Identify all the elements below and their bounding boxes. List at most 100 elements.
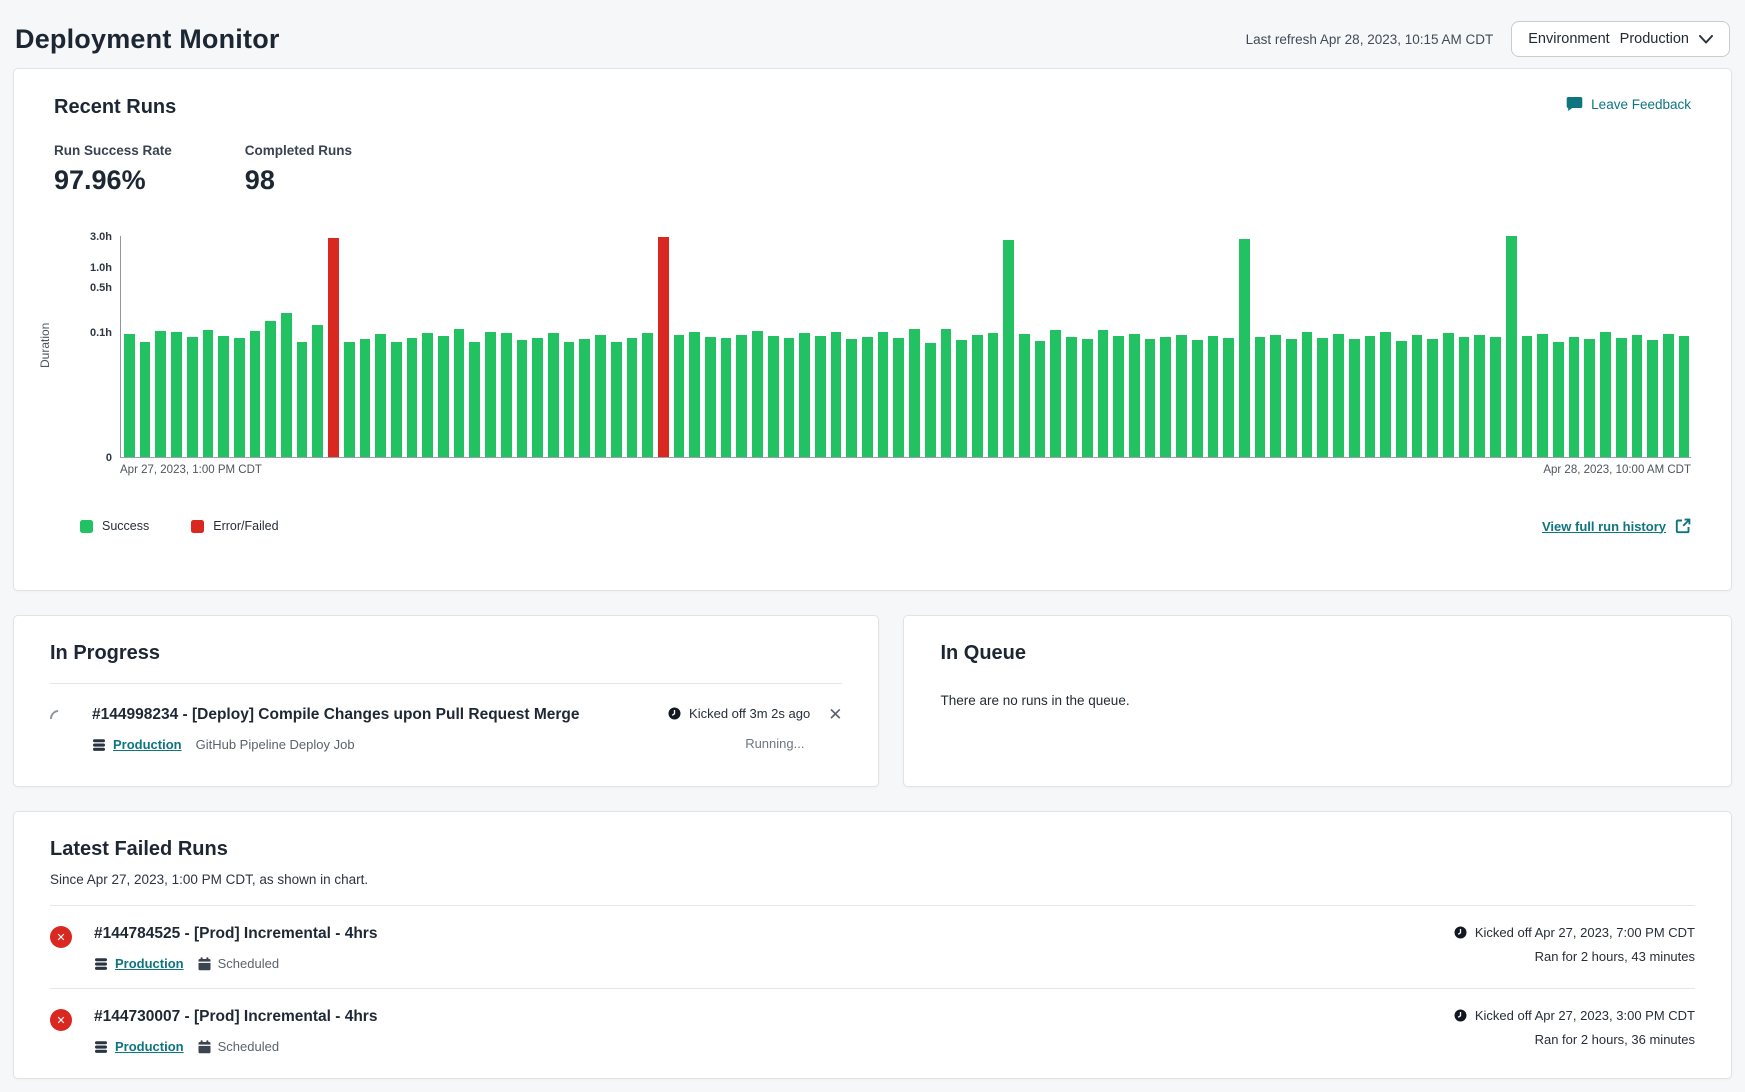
chart-bar-success[interactable]: [1286, 339, 1297, 457]
chart-bar-success[interactable]: [1003, 240, 1014, 457]
chart-bar-success[interactable]: [203, 330, 214, 458]
chart-bar-success[interactable]: [956, 340, 967, 457]
chart-bar-success[interactable]: [909, 329, 920, 457]
chart-bar-success[interactable]: [548, 333, 559, 457]
chart-bar-success[interactable]: [1255, 337, 1266, 457]
chart-bar-error[interactable]: [328, 238, 339, 457]
chart-bar-success[interactable]: [1129, 334, 1140, 457]
chart-bar-success[interactable]: [1066, 337, 1077, 457]
chart-bar-success[interactable]: [469, 342, 480, 457]
chart-bar-success[interactable]: [1647, 340, 1658, 457]
chart-bar-success[interactable]: [1333, 334, 1344, 457]
chart-bar-success[interactable]: [862, 337, 873, 457]
chart-bar-success[interactable]: [893, 338, 904, 457]
chart-bar-success[interactable]: [1663, 334, 1674, 457]
chart-bar-success[interactable]: [579, 339, 590, 457]
in-progress-environment-link[interactable]: Production: [113, 737, 182, 752]
chart-bar-success[interactable]: [878, 332, 889, 457]
chart-bar-success[interactable]: [831, 332, 842, 457]
chart-bar-success[interactable]: [360, 339, 371, 457]
chart-bar-success[interactable]: [1365, 336, 1376, 457]
chart-bar-success[interactable]: [988, 333, 999, 457]
chart-bar-success[interactable]: [721, 338, 732, 457]
chart-bar-success[interactable]: [642, 333, 653, 457]
chart-bar-success[interactable]: [752, 331, 763, 457]
chart-bar-success[interactable]: [1553, 342, 1564, 458]
chart-bar-success[interactable]: [1035, 341, 1046, 457]
chart-bar-success[interactable]: [312, 325, 323, 457]
chart-bar-success[interactable]: [736, 335, 747, 457]
chart-bar-success[interactable]: [250, 331, 261, 457]
chart-bar-success[interactable]: [234, 338, 245, 457]
chart-bar-success[interactable]: [171, 332, 182, 457]
chart-bar-success[interactable]: [454, 329, 465, 457]
failed-run-environment-link[interactable]: Production: [115, 1039, 184, 1054]
chart-bar-success[interactable]: [344, 342, 355, 457]
chart-bar-success[interactable]: [768, 336, 779, 457]
chart-bar-success[interactable]: [501, 333, 512, 457]
chart-bar-success[interactable]: [689, 332, 700, 457]
chart-bar-success[interactable]: [1113, 336, 1124, 457]
chart-bar-error[interactable]: [658, 237, 669, 457]
chart-bar-success[interactable]: [1443, 333, 1454, 457]
chart-bar-success[interactable]: [1050, 330, 1061, 457]
chart-bar-success[interactable]: [1396, 341, 1407, 457]
chart-bar-success[interactable]: [846, 339, 857, 457]
close-icon[interactable]: ✕: [828, 706, 842, 723]
chart-bar-success[interactable]: [799, 333, 810, 457]
view-full-run-history-link[interactable]: View full run history: [1542, 518, 1691, 534]
chart-bar-success[interactable]: [187, 337, 198, 457]
chart-bar-success[interactable]: [611, 342, 622, 458]
chart-bar-success[interactable]: [1208, 336, 1219, 458]
chart-bar-success[interactable]: [627, 338, 638, 458]
chart-bar-success[interactable]: [1239, 239, 1250, 457]
chart-bar-success[interactable]: [1537, 334, 1548, 457]
chart-bar-success[interactable]: [941, 329, 952, 457]
chart-bar-success[interactable]: [815, 336, 826, 457]
chart-bar-success[interactable]: [1223, 338, 1234, 457]
chart-bar-success[interactable]: [297, 342, 308, 458]
chart-bar-success[interactable]: [155, 331, 166, 457]
chart-bar-success[interactable]: [595, 335, 606, 457]
chart-bar-success[interactable]: [391, 342, 402, 458]
chart-bar-success[interactable]: [1412, 335, 1423, 457]
chart-bar-success[interactable]: [705, 337, 716, 458]
chart-bar-success[interactable]: [1317, 338, 1328, 458]
chart-bar-success[interactable]: [1082, 339, 1093, 458]
chart-bar-success[interactable]: [1145, 339, 1156, 457]
chart-bar-success[interactable]: [1459, 337, 1470, 457]
chart-bar-success[interactable]: [1427, 339, 1438, 457]
chart-bar-success[interactable]: [438, 336, 449, 457]
chart-bar-success[interactable]: [407, 338, 418, 457]
chart-bar-success[interactable]: [1474, 335, 1485, 457]
chart-bar-success[interactable]: [784, 338, 795, 457]
chart-bar-success[interactable]: [1302, 332, 1313, 457]
chart-bar-success[interactable]: [265, 321, 276, 457]
chart-bar-success[interactable]: [1349, 339, 1360, 458]
chart-bar-success[interactable]: [925, 343, 936, 457]
chart-bar-success[interactable]: [1490, 337, 1501, 458]
chart-bar-success[interactable]: [1632, 335, 1643, 457]
leave-feedback-link[interactable]: Leave Feedback: [1566, 96, 1691, 112]
chart-bar-success[interactable]: [422, 333, 433, 457]
chart-bar-success[interactable]: [1600, 332, 1611, 457]
chart-bar-success[interactable]: [1019, 334, 1030, 457]
chart-bar-success[interactable]: [124, 334, 135, 457]
chart-bar-success[interactable]: [218, 336, 229, 457]
chart-bar-success[interactable]: [674, 335, 685, 457]
chart-bar-success[interactable]: [1569, 337, 1580, 458]
chart-bar-success[interactable]: [1584, 339, 1595, 458]
chart-bar-success[interactable]: [1616, 338, 1627, 458]
chart-bar-success[interactable]: [564, 342, 575, 457]
chart-bar-success[interactable]: [1270, 335, 1281, 457]
chart-bar-success[interactable]: [281, 313, 292, 457]
failed-run-environment-link[interactable]: Production: [115, 956, 184, 971]
chart-bar-success[interactable]: [1679, 336, 1690, 457]
chart-bar-success[interactable]: [1192, 340, 1203, 457]
chart-bar-success[interactable]: [1176, 335, 1187, 457]
chart-bar-success[interactable]: [1160, 337, 1171, 458]
chart-bar-success[interactable]: [972, 335, 983, 457]
chart-bar-success[interactable]: [1098, 330, 1109, 457]
chart-bar-success[interactable]: [532, 338, 543, 457]
chart-bar-success[interactable]: [1522, 336, 1533, 457]
